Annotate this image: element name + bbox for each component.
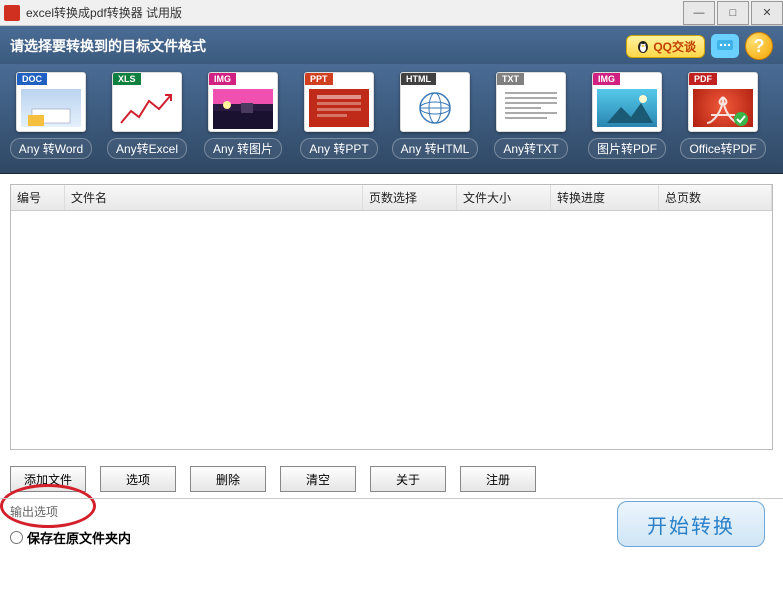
- ppt-tag: PPT: [305, 73, 333, 85]
- format-label: 图片转PDF: [588, 138, 666, 159]
- output-section: 输出选项 保存在原文件夹内 开始转换: [0, 498, 783, 553]
- doc-icon: [21, 89, 81, 127]
- chat-bubble-button[interactable]: [711, 34, 739, 58]
- doc-tag: DOC: [17, 73, 47, 85]
- action-buttons: 添加文件 选项 删除 清空 关于 注册: [0, 460, 783, 494]
- format-label: Any 转图片: [204, 138, 282, 159]
- table-header: 编号 文件名 页数选择 文件大小 转换进度 总页数: [11, 185, 772, 211]
- col-total-pages[interactable]: 总页数: [659, 185, 772, 210]
- file-table-wrap: 编号 文件名 页数选择 文件大小 转换进度 总页数: [0, 174, 783, 460]
- ppt-icon: [309, 89, 369, 127]
- format-image-to-pdf[interactable]: IMG 图片转PDF: [586, 72, 668, 159]
- format-label: Any 转Word: [10, 138, 92, 159]
- img-tag: IMG: [209, 73, 236, 85]
- add-file-button[interactable]: 添加文件: [10, 466, 86, 492]
- format-any-to-word[interactable]: DOC Any 转Word: [10, 72, 92, 159]
- format-label: Office转PDF: [680, 138, 765, 159]
- format-label: Any 转PPT: [300, 138, 377, 159]
- col-page-select[interactable]: 页数选择: [363, 185, 457, 210]
- qq-chat-button[interactable]: QQ交谈: [626, 35, 705, 58]
- format-prompt: 请选择要转换到的目标文件格式: [10, 36, 626, 56]
- help-button[interactable]: ?: [745, 32, 773, 60]
- col-filesize[interactable]: 文件大小: [457, 185, 551, 210]
- start-convert-label: 开始转换: [647, 510, 735, 539]
- file-table: 编号 文件名 页数选择 文件大小 转换进度 总页数: [10, 184, 773, 450]
- txt-icon: [501, 89, 561, 127]
- penguin-icon: [635, 38, 651, 54]
- format-label: Any 转HTML: [392, 138, 479, 159]
- html-icon: [405, 89, 465, 127]
- xls-tag: XLS: [113, 73, 141, 85]
- save-in-source-radio[interactable]: [10, 531, 23, 544]
- format-label: Any转Excel: [107, 138, 187, 159]
- table-body[interactable]: [11, 211, 772, 449]
- qq-chat-label: QQ交谈: [653, 38, 696, 55]
- minimize-button[interactable]: ―: [683, 1, 715, 25]
- options-button[interactable]: 选项: [100, 466, 176, 492]
- xls-icon: [117, 89, 177, 127]
- format-any-to-txt[interactable]: TXT Any转TXT: [490, 72, 572, 159]
- col-progress[interactable]: 转换进度: [551, 185, 659, 210]
- start-convert-button[interactable]: 开始转换: [617, 501, 765, 547]
- txt-tag: TXT: [497, 73, 524, 85]
- save-in-source-label: 保存在原文件夹内: [27, 528, 131, 547]
- pdf-icon: [693, 89, 753, 127]
- format-strip: DOC Any 转Word XLS Any转Excel IMG Any 转图片 …: [0, 64, 783, 174]
- format-label: Any转TXT: [494, 138, 567, 159]
- format-any-to-excel[interactable]: XLS Any转Excel: [106, 72, 188, 159]
- about-button[interactable]: 关于: [370, 466, 446, 492]
- img-pdf-icon: [597, 89, 657, 127]
- delete-button[interactable]: 删除: [190, 466, 266, 492]
- maximize-button[interactable]: □: [717, 1, 749, 25]
- register-button[interactable]: 注册: [460, 466, 536, 492]
- question-mark-icon: ?: [754, 36, 765, 57]
- clear-button[interactable]: 清空: [280, 466, 356, 492]
- speech-bubble-icon: [716, 39, 734, 53]
- app-icon: [4, 5, 20, 21]
- pdf-tag: PDF: [689, 73, 717, 85]
- format-any-to-ppt[interactable]: PPT Any 转PPT: [298, 72, 380, 159]
- img-tag: IMG: [593, 73, 620, 85]
- format-office-to-pdf[interactable]: PDF Office转PDF: [682, 72, 764, 159]
- format-any-to-image[interactable]: IMG Any 转图片: [202, 72, 284, 159]
- col-filename[interactable]: 文件名: [65, 185, 363, 210]
- html-tag: HTML: [401, 73, 436, 85]
- format-any-to-html[interactable]: HTML Any 转HTML: [394, 72, 476, 159]
- window-title: excel转换成pdf转换器 试用版: [26, 4, 681, 21]
- titlebar: excel转换成pdf转换器 试用版 ― □ ✕: [0, 0, 783, 26]
- col-id[interactable]: 编号: [11, 185, 65, 210]
- img-icon: [213, 89, 273, 127]
- close-button[interactable]: ✕: [751, 1, 783, 25]
- header-bar: 请选择要转换到的目标文件格式 QQ交谈 ?: [0, 26, 783, 64]
